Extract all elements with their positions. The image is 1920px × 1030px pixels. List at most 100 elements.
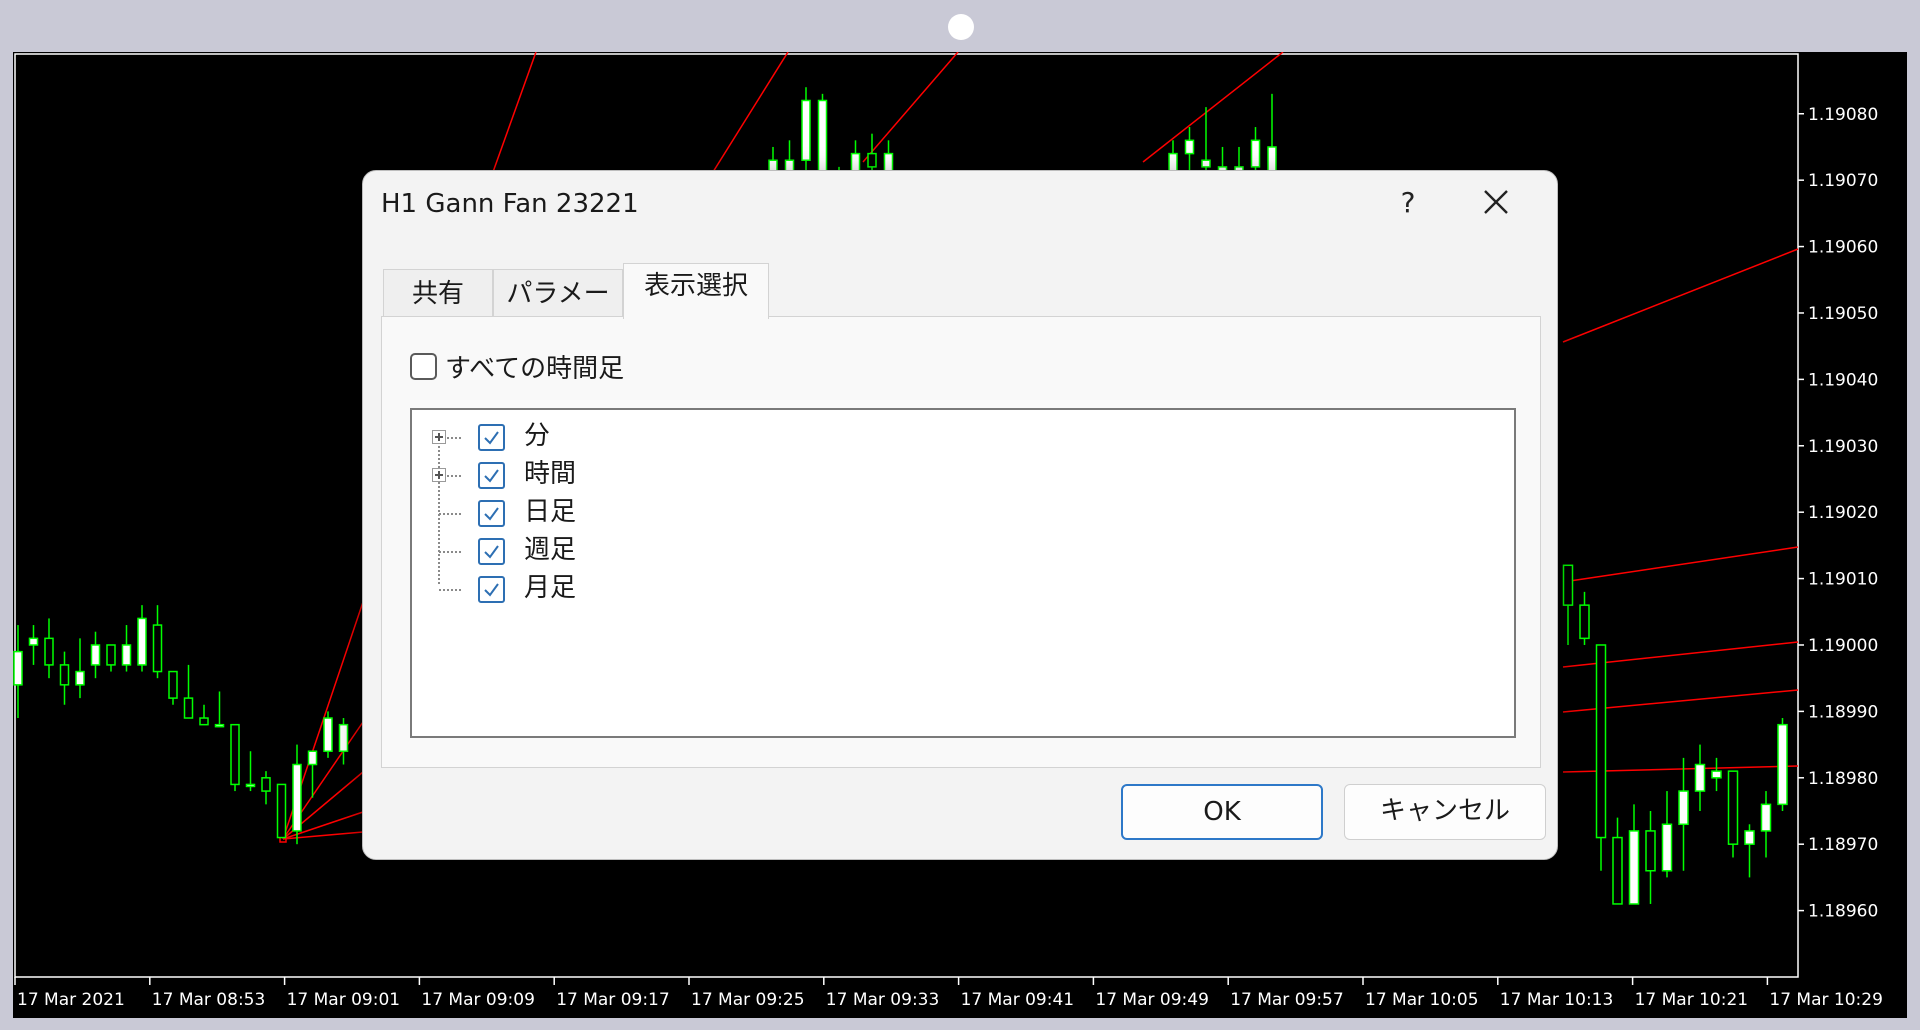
time-axis-label: 17 Mar 10:29 [1769,990,1883,1010]
candle-body [1678,790,1689,826]
gann-fan-line [1142,52,1284,163]
price-axis-label: 1.19020 [1808,503,1878,523]
tree-connector [439,589,461,591]
tab-parameters[interactable]: パラメータ [493,269,623,357]
expand-icon[interactable] [432,430,446,444]
monthly-checkbox[interactable] [478,576,505,603]
tree-item-daily[interactable]: 日足 [412,492,812,532]
tree-connector [439,513,461,515]
tab-common[interactable]: 共有 [383,269,493,317]
candle-body [307,750,318,766]
candle-body [867,152,877,168]
gann-fan-line [862,52,959,163]
candle-body [276,783,287,839]
gann-fan-properties-dialog: H1 Gann Fan 23221 ? 共有 パラメータ 表示選択 すべての時間… [362,170,1558,860]
candle-body [1645,830,1656,872]
checkmark-icon [484,469,499,483]
gann-fan-line [1562,248,1799,343]
time-axis-label: 17 Mar 09:49 [1095,990,1209,1010]
all-timeframes-checkbox[interactable] [410,352,437,380]
candle-body [121,644,132,666]
candle-body [1760,803,1772,832]
tree-item-label: 時間 [524,459,577,489]
checkmark-icon [484,507,499,521]
price-axis-label: 1.18970 [1808,835,1878,855]
time-axis-label: 17 Mar 09:33 [826,990,940,1010]
candle-body [1595,644,1607,839]
close-button[interactable] [1473,183,1517,223]
timeframe-tree[interactable]: 分 時間 日足 週足 月足 [410,408,1516,738]
ok-button[interactable]: OK [1121,784,1323,840]
time-axis-label: 17 Mar 10:13 [1500,990,1614,1010]
candle-body [152,624,163,673]
candle-body [183,697,194,719]
time-axis-label: 17 Mar 09:41 [961,990,1075,1010]
candle-body [13,650,23,686]
candle-body [90,644,101,666]
candle-body [1694,763,1706,792]
all-timeframes-option[interactable]: すべての時間足 [410,349,625,384]
candle-body [28,637,39,646]
tab-visualization[interactable]: 表示選択 [623,263,769,319]
checkmark-icon [484,583,499,597]
gann-fan-line [1562,546,1799,583]
price-axis-label: 1.19040 [1808,370,1878,390]
help-button[interactable]: ? [1388,183,1428,223]
candle-body [59,664,70,686]
tree-item-weekly[interactable]: 週足 [412,530,812,570]
candle-body [168,670,178,699]
tree-connector [447,437,461,439]
candle-body [1661,823,1673,872]
time-axis-label: 17 Mar 2021 [17,990,125,1010]
visualization-panel: すべての時間足 分 時間 日足 週足 月足 [381,316,1541,768]
tree-item-hours[interactable]: 時間 [412,454,812,494]
price-axis-label: 1.18960 [1808,902,1878,922]
tree-item-minutes[interactable]: 分 [412,416,812,456]
checkmark-icon [484,431,499,445]
candle-body [261,777,271,792]
candle-body [199,717,209,726]
tree-item-monthly[interactable]: 月足 [412,568,812,608]
time-axis-label: 17 Mar 09:01 [287,990,401,1010]
candle-body [1579,604,1590,640]
all-timeframes-label: すべての時間足 [445,353,625,384]
candle-body [1201,159,1211,168]
checkmark-icon [484,545,499,559]
candle-body [1250,139,1261,168]
price-axis-label: 1.19070 [1808,171,1878,191]
time-axis-label: 17 Mar 09:57 [1230,990,1344,1010]
price-axis-label: 1.19060 [1808,238,1878,258]
candle-body [245,783,256,788]
expand-icon[interactable] [432,468,446,482]
gann-fan-line [712,52,789,173]
minutes-checkbox[interactable] [478,424,505,451]
candle-body [292,763,302,832]
cancel-button[interactable]: キャンセル [1344,784,1546,840]
price-axis-label: 1.19010 [1808,570,1878,590]
tree-item-label: 日足 [524,497,577,527]
candle-body [1628,830,1640,905]
time-axis-label: 17 Mar 09:09 [421,990,535,1010]
daily-checkbox[interactable] [478,500,505,527]
tree-connector [439,551,461,553]
candle-body [1727,770,1739,845]
time-axis-label: 17 Mar 09:25 [691,990,805,1010]
price-axis-label: 1.19030 [1808,437,1878,457]
weekly-checkbox[interactable] [478,538,505,565]
price-axis-label: 1.18990 [1808,702,1878,722]
candle-body [323,717,333,752]
hours-checkbox[interactable] [478,462,505,489]
tree-item-label: 週足 [524,535,577,565]
price-axis-label: 1.19080 [1808,105,1878,125]
candle-body [801,99,811,161]
time-axis-label: 17 Mar 08:53 [152,990,266,1010]
time-axis-label: 17 Mar 10:05 [1365,990,1479,1010]
price-axis-label: 1.18980 [1808,769,1878,789]
candle-body [1562,564,1574,606]
candle-body [1744,830,1755,845]
candle-body [230,723,240,786]
candle-body [1711,770,1722,779]
tree-item-label: 分 [524,421,551,451]
camera-dot [948,14,974,40]
close-icon [1484,190,1508,214]
